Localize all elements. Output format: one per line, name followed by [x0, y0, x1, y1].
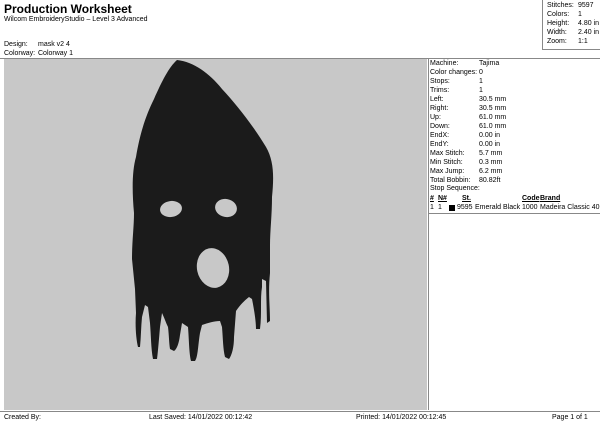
- printed-date: Printed: 14/01/2022 00:12:45: [356, 414, 447, 421]
- zoom-label: Zoom:: [547, 38, 567, 45]
- design-info-panel: Stop Sequence: # N# St. Code Brand 1 1 9…: [428, 59, 600, 410]
- info-value: 30.5 mm: [479, 105, 507, 112]
- footer: Created By: Last Saved: 14/01/2022 00:12…: [0, 411, 600, 424]
- info-label: Total Bobbin:: [430, 177, 471, 184]
- info-value: 5.7 mm: [479, 150, 503, 157]
- info-value: 0.00 in: [479, 132, 501, 139]
- stitches-label: Stitches:: [547, 2, 574, 9]
- mask-shape: [132, 60, 274, 361]
- info-row: EndY: 0.00 in: [430, 141, 500, 148]
- height-row: Height: 4.80 in: [547, 20, 599, 27]
- info-value: 30.5 mm: [479, 96, 507, 103]
- info-label: Right:: [430, 105, 449, 112]
- page-number: Page 1 of 1: [552, 414, 588, 421]
- colorway-label: Colorway:: [4, 50, 36, 57]
- col-brand: Brand: [540, 195, 561, 202]
- width-label: Width:: [547, 29, 567, 36]
- info-row: Stops: 1: [430, 78, 483, 85]
- info-value: 0.3 mm: [479, 159, 503, 166]
- info-row: Right: 30.5 mm: [430, 105, 506, 112]
- info-value: 61.0 mm: [479, 114, 507, 121]
- row-stitches: 9595: [457, 204, 473, 211]
- col-number: #: [430, 195, 434, 202]
- design-label: Design:: [4, 41, 28, 48]
- info-row: EndX: 0.00 in: [430, 132, 500, 139]
- info-row: Total Bobbin: 80.82ft: [430, 177, 500, 184]
- info-row: Trims: 1: [430, 87, 483, 94]
- info-label: Up:: [430, 114, 441, 121]
- barcode: [4, 27, 82, 38]
- row-brand: Madeira Classic 40: [540, 204, 600, 211]
- design-preview: [4, 59, 427, 410]
- info-label: EndX:: [430, 132, 450, 139]
- info-label: Down:: [430, 123, 450, 130]
- info-row: Down: 61.0 mm: [430, 123, 506, 130]
- zoom-value: 1:1: [578, 38, 588, 45]
- colors-row: Colors: 1: [547, 11, 582, 18]
- info-value: 6.2 mm: [479, 168, 503, 175]
- zoom-row: Zoom: 1:1: [547, 38, 588, 45]
- info-row: Max Jump: 6.2 mm: [430, 168, 502, 175]
- height-value: 4.80 in: [578, 20, 600, 27]
- stitches-row: Stitches: 9597: [547, 2, 594, 9]
- colors-value: 1: [578, 11, 582, 18]
- design-value: mask v2 4: [38, 41, 70, 48]
- sequence-divider: [429, 213, 600, 214]
- row-needle: 1: [438, 204, 442, 211]
- colors-label: Colors:: [547, 11, 570, 18]
- info-label: Stops:: [430, 78, 450, 85]
- width-row: Width: 2.40 in: [547, 29, 599, 36]
- stitches-value: 9597: [578, 2, 594, 9]
- info-label: Trims:: [430, 87, 450, 94]
- width-value: 2.40 in: [578, 29, 600, 36]
- info-label: EndY:: [430, 141, 449, 148]
- info-value: 0.00 in: [479, 141, 501, 148]
- row-number: 1: [430, 204, 434, 211]
- row-color-name: Emerald Black: [475, 204, 521, 211]
- stop-sequence-title: Stop Sequence:: [430, 185, 480, 192]
- page-title: Production Worksheet: [4, 2, 132, 16]
- info-value: Tajima: [479, 60, 500, 67]
- info-value: 0: [479, 69, 483, 76]
- height-label: Height:: [547, 20, 570, 27]
- last-saved: Last Saved: 14/01/2022 00:12:42: [149, 414, 253, 421]
- colorway-value: Colorway 1: [38, 50, 74, 57]
- info-row: Min Stitch: 0.3 mm: [430, 159, 502, 166]
- col-code: Code: [522, 195, 540, 202]
- software-subtitle: Wilcom EmbroideryStudio – Level 3 Advanc…: [4, 16, 148, 23]
- info-label: Max Jump:: [430, 168, 465, 175]
- colorway-row: Colorway: Colorway 1: [4, 50, 73, 57]
- info-label: Machine:: [430, 60, 459, 67]
- row-code: 1000: [522, 204, 538, 211]
- info-value: 61.0 mm: [479, 123, 507, 130]
- info-value: 1: [479, 87, 483, 94]
- info-value: 80.82ft: [479, 177, 501, 184]
- thread-color-swatch: [449, 205, 455, 211]
- info-label: Min Stitch:: [430, 159, 463, 166]
- info-row: Left: 30.5 mm: [430, 96, 506, 103]
- design-name-row: Design: mask v2 4: [4, 41, 70, 48]
- info-row: Up: 61.0 mm: [430, 114, 506, 121]
- ski-mask-design: [132, 60, 274, 361]
- created-by: Created By:: [4, 414, 41, 421]
- info-row: Color changes: 0: [430, 69, 483, 76]
- info-row: Machine: Tajima: [430, 60, 499, 67]
- col-stitches: St.: [462, 195, 471, 202]
- info-value: 1: [479, 78, 483, 85]
- info-label: Color changes:: [430, 69, 478, 76]
- summary-box: Stitches: 9597 Colors: 1 Height: 4.80 in Wi…: [542, 0, 600, 50]
- info-label: Max Stitch:: [430, 150, 465, 157]
- col-needle: N#: [438, 195, 447, 202]
- info-label: Left:: [430, 96, 444, 103]
- info-row: Max Stitch: 5.7 mm: [430, 150, 502, 157]
